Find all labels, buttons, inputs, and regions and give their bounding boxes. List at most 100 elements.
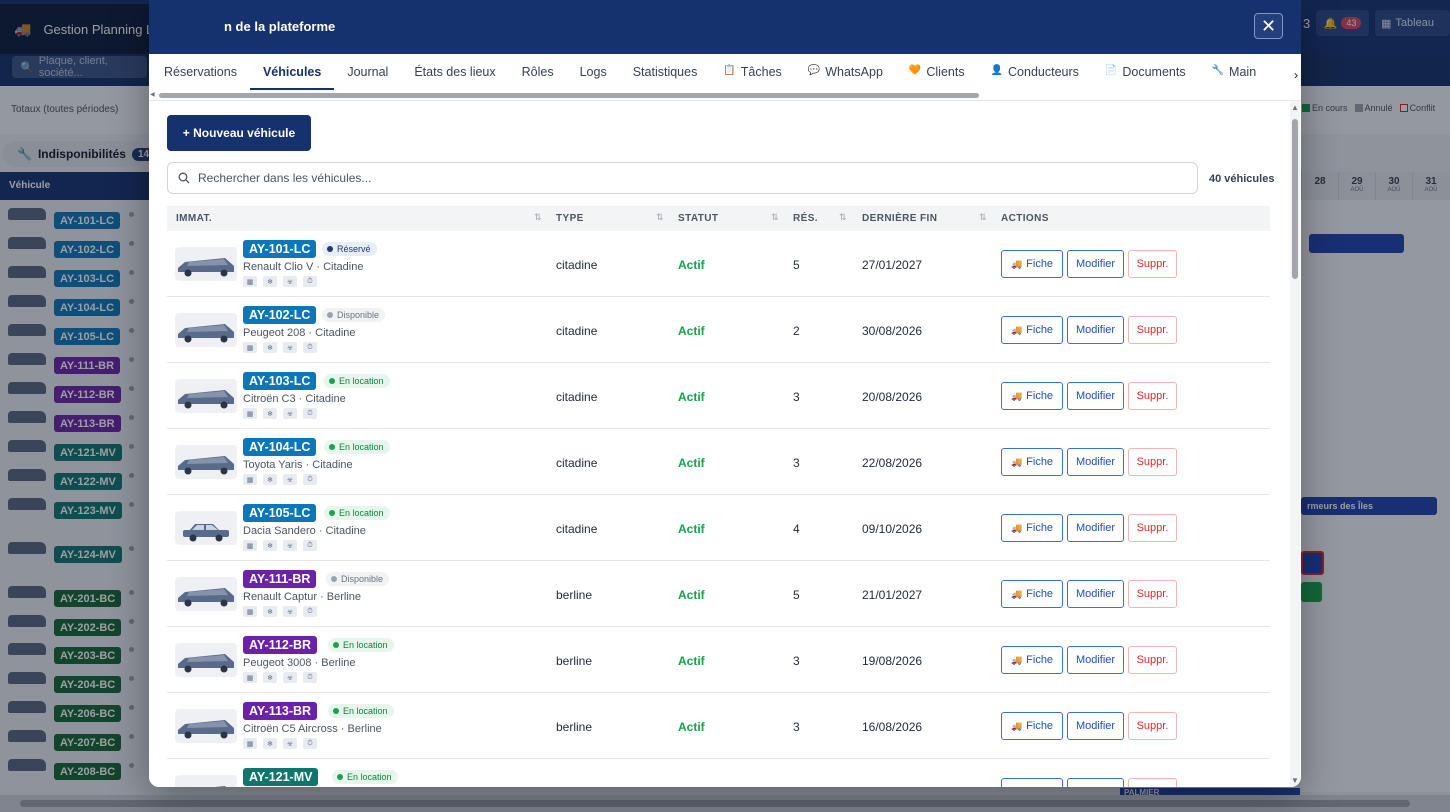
close-button[interactable]: ✕ bbox=[1254, 13, 1283, 39]
table-row[interactable]: AY-103-LC En location Citroën C3 · Citadin… bbox=[167, 363, 1270, 429]
status-dot bbox=[329, 510, 335, 516]
status-dot bbox=[329, 378, 335, 384]
col-res[interactable]: RÉS. bbox=[793, 213, 818, 224]
snowflake-icon: ❄ bbox=[263, 672, 277, 683]
chevron-left-icon[interactable]: ◀ bbox=[150, 91, 155, 98]
suppr-button[interactable]: Suppr. bbox=[1128, 778, 1177, 787]
vehicle-last-end: 19/08/2026 bbox=[862, 654, 923, 668]
vehicle-search-input[interactable] bbox=[198, 171, 1197, 185]
clock-icon: ⏱ bbox=[303, 606, 317, 617]
sort-icon[interactable]: ⇅ bbox=[771, 212, 779, 223]
snowflake-icon: ❄ bbox=[263, 606, 277, 617]
table-row[interactable]: AY-111-BR Disponible Renault Captur · Berl… bbox=[167, 561, 1270, 627]
fiche-button[interactable]: 🚚Fiche bbox=[1001, 580, 1063, 608]
col-statut[interactable]: STATUT bbox=[678, 213, 718, 224]
vehicle-thumbnail bbox=[175, 577, 237, 611]
tab-logs[interactable]: Logs bbox=[567, 54, 620, 90]
suppr-button[interactable]: Suppr. bbox=[1128, 580, 1177, 608]
vehicle-features: ▦ ❄ ☣ ⏱ bbox=[243, 276, 317, 287]
biohazard-icon: ☣ bbox=[283, 540, 297, 551]
vehicle-model: Renault Captur · Berline bbox=[243, 591, 362, 603]
fiche-button[interactable]: 🚚Fiche bbox=[1001, 448, 1063, 476]
suppr-button[interactable]: Suppr. bbox=[1128, 382, 1177, 410]
modifier-button[interactable]: Modifier bbox=[1067, 250, 1124, 278]
snowflake-icon: ❄ bbox=[263, 276, 277, 287]
tab-documents[interactable]: 📄 Documents bbox=[1092, 54, 1199, 90]
modifier-button[interactable]: Modifier bbox=[1067, 646, 1124, 674]
table-row[interactable]: AY-104-LC En location Toyota Yaris · Citad… bbox=[167, 429, 1270, 495]
table-row[interactable]: AY-102-LC Disponible Peugeot 208 · Citadin… bbox=[167, 297, 1270, 363]
tab-reservations[interactable]: Réservations bbox=[151, 54, 250, 90]
suppr-button[interactable]: Suppr. bbox=[1128, 250, 1177, 278]
modal-vertical-scrollbar[interactable]: ▲ ▼ bbox=[1290, 101, 1300, 787]
suppr-button[interactable]: Suppr. bbox=[1128, 316, 1177, 344]
col-type[interactable]: TYPE bbox=[556, 213, 584, 224]
vehicle-last-end: 22/08/2026 bbox=[862, 456, 923, 470]
modifier-button[interactable]: Modifier bbox=[1067, 382, 1124, 410]
vehicle-thumbnail bbox=[175, 643, 237, 677]
suppr-button[interactable]: Suppr. bbox=[1128, 514, 1177, 542]
col-immat[interactable]: IMMAT. bbox=[176, 213, 212, 224]
tab-whatsapp[interactable]: 💬 WhatsApp bbox=[795, 54, 896, 90]
vehicle-reservations: 2 bbox=[793, 324, 800, 338]
vehicle-type: citadine bbox=[556, 324, 598, 338]
table-row[interactable]: AY-121-MV En location 🚚Fiche Modifier Suppr. bbox=[167, 759, 1270, 787]
modifier-button[interactable]: Modifier bbox=[1067, 514, 1124, 542]
scroll-down-icon[interactable]: ▼ bbox=[1291, 776, 1299, 785]
sort-icon[interactable]: ⇅ bbox=[979, 212, 987, 223]
tab-etats-des-lieux[interactable]: États des lieux bbox=[401, 54, 508, 90]
vehicle-plate: AY-121-MV bbox=[243, 768, 319, 786]
tab-journal[interactable]: Journal bbox=[334, 54, 401, 90]
modifier-button[interactable]: Modifier bbox=[1067, 712, 1124, 740]
table-row[interactable]: AY-112-BR En location Peugeot 3008 · Berli… bbox=[167, 627, 1270, 693]
tab-main[interactable]: 🔧 Main bbox=[1199, 54, 1270, 90]
tab-roles[interactable]: Rôles bbox=[509, 54, 567, 90]
biohazard-icon: ☣ bbox=[283, 408, 297, 419]
vehicle-last-end: 20/08/2026 bbox=[862, 390, 923, 404]
tab-conducteurs[interactable]: 👤 Conducteurs bbox=[978, 54, 1092, 90]
fiche-button[interactable]: 🚚Fiche bbox=[1001, 382, 1063, 410]
fiche-button[interactable]: 🚚Fiche bbox=[1001, 514, 1063, 542]
close-icon: ✕ bbox=[1260, 16, 1277, 36]
clock-icon: ⏱ bbox=[303, 738, 317, 749]
modifier-button[interactable]: Modifier bbox=[1067, 580, 1124, 608]
scroll-up-icon[interactable]: ▲ bbox=[1291, 103, 1299, 112]
status-dot bbox=[333, 642, 339, 648]
new-vehicle-button[interactable]: + Nouveau véhicule bbox=[167, 115, 311, 151]
vehicle-last-end: 09/10/2026 bbox=[862, 522, 923, 536]
scrollbar-thumb[interactable] bbox=[1292, 119, 1298, 279]
suppr-button[interactable]: Suppr. bbox=[1128, 712, 1177, 740]
modifier-button[interactable]: Modifier bbox=[1067, 778, 1124, 787]
col-derniere-fin[interactable]: DERNIÈRE FIN bbox=[862, 213, 937, 224]
tab-clients[interactable]: 🧡 Clients bbox=[896, 54, 978, 90]
sort-icon[interactable]: ⇅ bbox=[656, 212, 664, 223]
fiche-button[interactable]: 🚚Fiche bbox=[1001, 646, 1063, 674]
tab-taches[interactable]: 📋 Tâches bbox=[710, 54, 794, 90]
vehicle-plate: AY-101-LC bbox=[243, 240, 317, 258]
vehicle-model: Citroën C5 Aircross · Berline bbox=[243, 723, 382, 735]
table-row[interactable]: AY-105-LC En location Dacia Sandero · Cita… bbox=[167, 495, 1270, 561]
tabs-scrollbar-thumb[interactable] bbox=[159, 93, 979, 98]
table-row[interactable]: AY-113-BR En location Citroën C5 Aircross … bbox=[167, 693, 1270, 759]
car-icon bbox=[178, 390, 234, 409]
sort-icon[interactable]: ⇅ bbox=[534, 212, 542, 223]
table-row[interactable]: AY-101-LC Réservé Renault Clio V · Citadin… bbox=[167, 231, 1270, 297]
modifier-button[interactable]: Modifier bbox=[1067, 448, 1124, 476]
suppr-button[interactable]: Suppr. bbox=[1128, 646, 1177, 674]
tab-vehicules[interactable]: Véhicules bbox=[249, 54, 335, 90]
vehicle-thumbnail bbox=[175, 709, 237, 743]
modifier-button[interactable]: Modifier bbox=[1067, 316, 1124, 344]
fiche-button[interactable]: 🚚Fiche bbox=[1001, 778, 1063, 787]
fiche-button[interactable]: 🚚Fiche bbox=[1001, 250, 1063, 278]
suppr-button[interactable]: Suppr. bbox=[1128, 448, 1177, 476]
status-dot bbox=[327, 312, 333, 318]
truck-icon: 🚚 bbox=[1010, 456, 1023, 467]
tab-bar: Réservations Véhicules Journal États des li… bbox=[149, 54, 1301, 101]
vehicle-status: Actif bbox=[678, 720, 705, 734]
tab-statistiques[interactable]: Statistiques bbox=[620, 54, 711, 90]
sort-icon[interactable]: ⇅ bbox=[839, 212, 847, 223]
availability-badge: En location bbox=[324, 440, 390, 454]
fiche-button[interactable]: 🚚Fiche bbox=[1001, 712, 1063, 740]
chevron-right-icon[interactable]: › bbox=[1294, 68, 1298, 82]
fiche-button[interactable]: 🚚Fiche bbox=[1001, 316, 1063, 344]
